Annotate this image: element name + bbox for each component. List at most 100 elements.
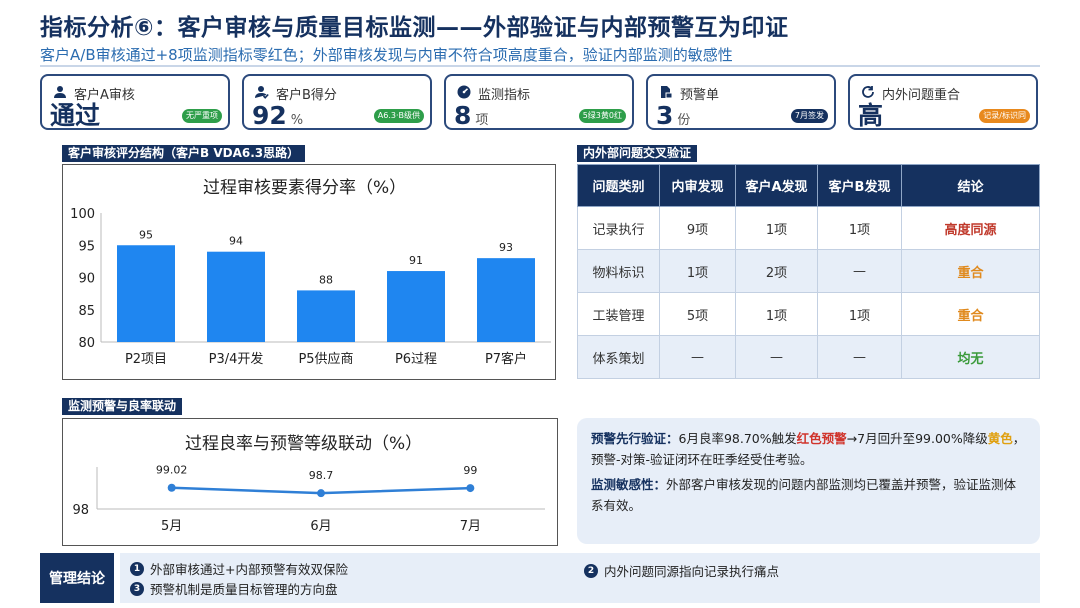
data-label: 94 bbox=[229, 235, 243, 248]
conclusion-cell: 重合 bbox=[901, 292, 1040, 336]
number-badge: 2 bbox=[584, 563, 598, 578]
x-tick-label: 6月 bbox=[310, 519, 331, 534]
table-cell: 2项 bbox=[735, 249, 818, 293]
column-header: 结论 bbox=[901, 164, 1040, 207]
header-divider bbox=[40, 65, 1040, 67]
table-row: 记录执行 9项 1项 1项 高度同源 bbox=[577, 206, 1040, 250]
section-header-audit-structure: 客户审核评分结构（客户B VDA6.3思路） bbox=[62, 145, 306, 162]
y-tick-label: 90 bbox=[78, 272, 95, 287]
section-header-cross-check: 内外部问题交叉验证 bbox=[577, 145, 698, 162]
table-cell: 1项 bbox=[659, 249, 736, 293]
kpi-card-overlap: 内外问题重合 高 记录/标识同 bbox=[848, 74, 1038, 130]
conclusion-item: 3 预警机制是质量目标管理的方向盘 bbox=[130, 579, 338, 598]
number-badge: 1 bbox=[130, 561, 144, 576]
user-icon bbox=[52, 84, 67, 99]
user-check-icon bbox=[254, 84, 269, 99]
kpi-value: 92% bbox=[252, 101, 304, 130]
x-tick-label: 5月 bbox=[161, 519, 182, 534]
page-subtitle: 客户A/B审核通过+8项监测指标零红色；外部审核发现与内审不符合项高度重合，验证… bbox=[40, 46, 733, 64]
y-tick-label: 100 bbox=[70, 207, 95, 222]
table-cell: — bbox=[817, 249, 902, 293]
data-label: 99.02 bbox=[156, 464, 188, 477]
table-cell: 1项 bbox=[817, 292, 902, 336]
kpi-label: 预警单 bbox=[680, 88, 720, 103]
table-cell: 9项 bbox=[659, 206, 736, 250]
conclusion-cell: 高度同源 bbox=[901, 206, 1040, 250]
kpi-card-customer-b: 客户B得分 92% A6.3·B级供 bbox=[242, 74, 432, 130]
section-header-monitor-link: 监测预警与良率联动 bbox=[62, 398, 183, 415]
bar bbox=[297, 290, 355, 342]
cross-check-table: 问题类别 内审发现 客户A发现 客户B发现 结论 记录执行 9项 1项 1项 高… bbox=[577, 164, 1040, 379]
table-cell: 1项 bbox=[817, 206, 902, 250]
y-tick-label: 98 bbox=[72, 503, 89, 518]
table-row: 物料标识 1项 2项 — 重合 bbox=[577, 249, 1040, 293]
conclusion-cell: 重合 bbox=[901, 249, 1040, 293]
kpi-tag: A6.3·B级供 bbox=[373, 109, 424, 123]
conclusion-list: 1 外部审核通过+内部预警有效双保险 2 内外问题同源指向记录执行痛点 3 预警… bbox=[120, 553, 1040, 603]
kpi-label: 内外问题重合 bbox=[882, 88, 961, 103]
table-cell: 体系策划 bbox=[577, 335, 660, 379]
x-tick-label: P5供应商 bbox=[298, 351, 353, 367]
table-cell: — bbox=[817, 335, 902, 379]
table-cell: 5项 bbox=[659, 292, 736, 336]
table-row: 工装管理 5项 1项 1项 重合 bbox=[577, 292, 1040, 336]
bar bbox=[477, 258, 535, 342]
table-row: 体系策划 — — — 均无 bbox=[577, 335, 1040, 379]
x-tick-label: 7月 bbox=[460, 519, 481, 534]
kpi-card-warning: 预警单 3份 7月签发 bbox=[646, 74, 836, 130]
data-label: 99 bbox=[463, 464, 477, 477]
table-cell: 1项 bbox=[735, 292, 818, 336]
refresh-icon bbox=[860, 84, 875, 99]
kpi-value: 8项 bbox=[454, 101, 489, 130]
data-point bbox=[317, 489, 325, 498]
bar bbox=[207, 251, 265, 342]
conclusion-cell: 均无 bbox=[901, 335, 1040, 379]
data-point bbox=[466, 484, 475, 493]
bar-chart-panel: 过程审核要素得分率（%） 80 85 90 95 100 95 P2项目 94 P3/4开发 88… bbox=[62, 164, 556, 380]
table-header-row: 问题类别 内审发现 客户A发现 客户B发现 结论 bbox=[577, 164, 1040, 207]
data-label: 93 bbox=[499, 241, 513, 254]
column-header: 问题类别 bbox=[577, 164, 660, 207]
table-cell: 物料标识 bbox=[577, 249, 660, 293]
kpi-label: 监测指标 bbox=[478, 88, 531, 103]
table-cell: 1项 bbox=[735, 206, 818, 250]
kpi-card-monitor: 监测指标 8项 5绿3黄0红 bbox=[444, 74, 634, 130]
data-point bbox=[167, 483, 176, 492]
y-tick-label: 85 bbox=[78, 304, 95, 319]
note-paragraph-sensitivity: 监测敏感性：外部客户审核发现的问题内部监测均已覆盖并预警，验证监测体系有效。 bbox=[591, 477, 1017, 513]
number-badge: 3 bbox=[130, 581, 144, 596]
data-label: 95 bbox=[139, 228, 153, 241]
conclusion-item: 2 内外问题同源指向记录执行痛点 bbox=[584, 561, 779, 580]
x-tick-label: P6过程 bbox=[395, 352, 437, 367]
y-tick-label: 80 bbox=[78, 336, 95, 351]
kpi-tag: 7月签发 bbox=[790, 109, 828, 123]
kpi-tag: 无严重项 bbox=[182, 109, 222, 123]
bar-chart: 80 85 90 95 100 95 P2项目 94 P3/4开发 88 P5供应商 91 P6过程 93… bbox=[70, 207, 551, 367]
kpi-value: 3份 bbox=[656, 101, 691, 130]
table-cell: 记录执行 bbox=[577, 206, 660, 250]
column-header: 内审发现 bbox=[659, 164, 736, 207]
kpi-tag: 记录/标识同 bbox=[979, 109, 1030, 123]
bar bbox=[117, 245, 175, 342]
data-label: 88 bbox=[319, 273, 333, 286]
kpi-tag: 5绿3黄0红 bbox=[578, 109, 626, 123]
document-lock-icon bbox=[658, 84, 673, 99]
table-cell: — bbox=[659, 335, 736, 379]
y-tick-label: 95 bbox=[78, 239, 95, 254]
bar bbox=[387, 271, 445, 342]
table-cell: 工装管理 bbox=[577, 292, 660, 336]
column-header: 客户B发现 bbox=[817, 164, 902, 207]
kpi-value: 通过 bbox=[50, 101, 101, 130]
kpi-value: 高 bbox=[858, 101, 884, 130]
data-label: 98.7 bbox=[309, 469, 334, 482]
conclusion-item: 1 外部审核通过+内部预警有效双保险 bbox=[130, 559, 348, 578]
data-label: 91 bbox=[409, 254, 423, 267]
conclusion-label: 管理结论 bbox=[40, 553, 114, 603]
page-title: 指标分析⑥：客户审核与质量目标监测——外部验证与内部预警互为印证 bbox=[40, 15, 789, 41]
x-tick-label: P3/4开发 bbox=[209, 351, 264, 367]
line-chart: 98 99.02 5月 98.7 6月 99 7月 bbox=[72, 464, 545, 534]
note-paragraph-warning: 预警先行验证：6月良率98.70%触发红色预警→7月回升至99.00%降级黄色，… bbox=[591, 431, 1026, 467]
x-tick-label: P7客户 bbox=[485, 351, 527, 367]
analysis-note: 预警先行验证：6月良率98.70%触发红色预警→7月回升至99.00%降级黄色，… bbox=[577, 418, 1040, 544]
table-cell: — bbox=[735, 335, 818, 379]
